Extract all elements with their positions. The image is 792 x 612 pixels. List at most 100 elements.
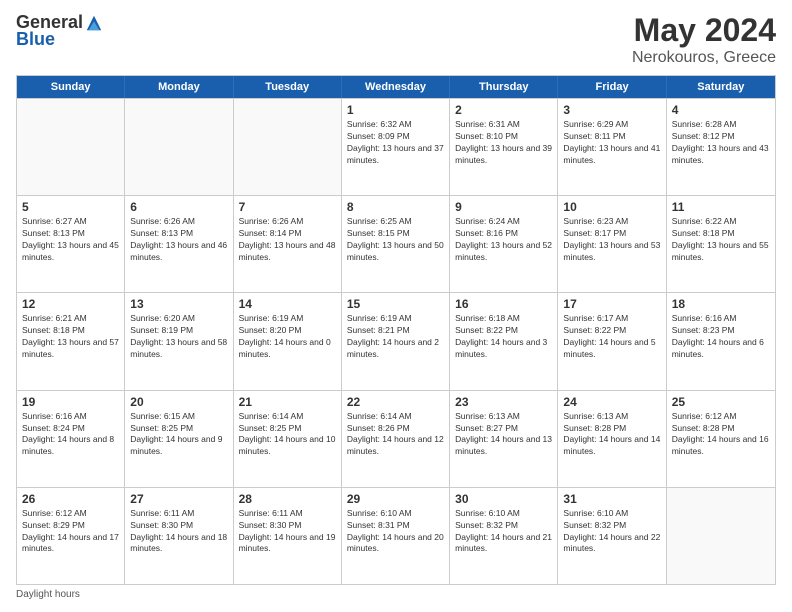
month-title: May 2024 — [632, 12, 776, 49]
day-number: 27 — [130, 492, 227, 506]
calendar-header-cell: Sunday — [17, 76, 125, 98]
day-number: 29 — [347, 492, 444, 506]
calendar-cell: 12 Sunrise: 6:21 AMSunset: 8:18 PMDayligh… — [17, 293, 125, 389]
calendar-cell: 22Sunrise: 6:14 AMSunset: 8:26 PMDayligh… — [342, 391, 450, 487]
calendar-header-cell: Monday — [125, 76, 233, 98]
calendar-cell: 29 Sunrise: 6:10 AMSunset: 8:31 PMDayligh… — [342, 488, 450, 584]
calendar-cell: 1 Sunrise: 6:32 AMSunset: 8:09 PMDaylight… — [342, 99, 450, 195]
day-info: Sunrise: 6:16 AMSunset: 8:24 PMDaylight:… — [22, 411, 119, 459]
calendar-cell: 3 Sunrise: 6:29 AMSunset: 8:11 PMDaylight… — [558, 99, 666, 195]
day-number: 22 — [347, 395, 444, 409]
calendar-cell: 16 Sunrise: 6:18 AMSunset: 8:22 PMDayligh… — [450, 293, 558, 389]
day-number: 3 — [563, 103, 660, 117]
day-number: 15 — [347, 297, 444, 311]
day-number: 30 — [455, 492, 552, 506]
day-info: Sunrise: 6:13 AMSunset: 8:28 PMDaylight:… — [563, 411, 660, 459]
calendar-cell — [667, 488, 775, 584]
day-info: Sunrise: 6:25 AMSunset: 8:15 PMDaylight:… — [347, 216, 444, 264]
day-info: Sunrise: 6:10 AMSunset: 8:31 PMDaylight:… — [347, 508, 444, 556]
day-info: Sunrise: 6:14 AMSunset: 8:25 PMDaylight:… — [239, 411, 336, 459]
day-info: Sunrise: 6:29 AMSunset: 8:11 PMDaylight:… — [563, 119, 660, 167]
day-info: Sunrise: 6:12 AMSunset: 8:29 PMDaylight:… — [22, 508, 119, 556]
calendar-cell: 2Sunrise: 6:31 AMSunset: 8:10 PMDaylight… — [450, 99, 558, 195]
day-info: Sunrise: 6:16 AMSunset: 8:23 PMDaylight:… — [672, 313, 770, 361]
calendar-cell: 4 Sunrise: 6:28 AMSunset: 8:12 PMDaylight… — [667, 99, 775, 195]
calendar-header-cell: Wednesday — [342, 76, 450, 98]
calendar-cell: 21 Sunrise: 6:14 AMSunset: 8:25 PMDayligh… — [234, 391, 342, 487]
calendar-cell: 23Sunrise: 6:13 AMSunset: 8:27 PMDayligh… — [450, 391, 558, 487]
day-info: Sunrise: 6:26 AMSunset: 8:13 PMDaylight:… — [130, 216, 227, 264]
day-number: 12 — [22, 297, 119, 311]
day-number: 24 — [563, 395, 660, 409]
day-number: 11 — [672, 200, 770, 214]
calendar-cell — [17, 99, 125, 195]
calendar-week: 26 Sunrise: 6:12 AMSunset: 8:29 PMDayligh… — [17, 487, 775, 584]
calendar-cell: 15 Sunrise: 6:19 AMSunset: 8:21 PMDayligh… — [342, 293, 450, 389]
calendar-cell: 14 Sunrise: 6:19 AMSunset: 8:20 PMDayligh… — [234, 293, 342, 389]
day-number: 21 — [239, 395, 336, 409]
calendar-cell: 20 Sunrise: 6:15 AMSunset: 8:25 PMDayligh… — [125, 391, 233, 487]
calendar-cell: 9 Sunrise: 6:24 AMSunset: 8:16 PMDaylight… — [450, 196, 558, 292]
day-number: 6 — [130, 200, 227, 214]
day-info: Sunrise: 6:26 AMSunset: 8:14 PMDaylight:… — [239, 216, 336, 264]
day-info: Sunrise: 6:20 AMSunset: 8:19 PMDaylight:… — [130, 313, 227, 361]
calendar-body: 1 Sunrise: 6:32 AMSunset: 8:09 PMDaylight… — [17, 98, 775, 584]
location-title: Nerokouros, Greece — [632, 49, 776, 67]
day-number: 25 — [672, 395, 770, 409]
calendar-cell: 8 Sunrise: 6:25 AMSunset: 8:15 PMDaylight… — [342, 196, 450, 292]
calendar-cell: 25 Sunrise: 6:12 AMSunset: 8:28 PMDayligh… — [667, 391, 775, 487]
calendar-cell: 30 Sunrise: 6:10 AMSunset: 8:32 PMDayligh… — [450, 488, 558, 584]
day-info: Sunrise: 6:10 AMSunset: 8:32 PMDaylight:… — [563, 508, 660, 556]
calendar-cell: 19Sunrise: 6:16 AMSunset: 8:24 PMDayligh… — [17, 391, 125, 487]
calendar-cell: 10 Sunrise: 6:23 AMSunset: 8:17 PMDayligh… — [558, 196, 666, 292]
day-number: 14 — [239, 297, 336, 311]
calendar-week: 19Sunrise: 6:16 AMSunset: 8:24 PMDayligh… — [17, 390, 775, 487]
day-info: Sunrise: 6:17 AMSunset: 8:22 PMDaylight:… — [563, 313, 660, 361]
footer-note: Daylight hours — [16, 589, 776, 600]
day-info: Sunrise: 6:18 AMSunset: 8:22 PMDaylight:… — [455, 313, 552, 361]
logo: General Blue — [16, 12, 103, 50]
day-info: Sunrise: 6:24 AMSunset: 8:16 PMDaylight:… — [455, 216, 552, 264]
day-info: Sunrise: 6:19 AMSunset: 8:21 PMDaylight:… — [347, 313, 444, 361]
day-info: Sunrise: 6:12 AMSunset: 8:28 PMDaylight:… — [672, 411, 770, 459]
day-number: 4 — [672, 103, 770, 117]
calendar-cell: 28Sunrise: 6:11 AMSunset: 8:30 PMDayligh… — [234, 488, 342, 584]
day-number: 17 — [563, 297, 660, 311]
calendar-cell: 13 Sunrise: 6:20 AMSunset: 8:19 PMDayligh… — [125, 293, 233, 389]
day-number: 8 — [347, 200, 444, 214]
day-info: Sunrise: 6:10 AMSunset: 8:32 PMDaylight:… — [455, 508, 552, 556]
calendar-cell: 5Sunrise: 6:27 AMSunset: 8:13 PMDaylight… — [17, 196, 125, 292]
day-info: Sunrise: 6:22 AMSunset: 8:18 PMDaylight:… — [672, 216, 770, 264]
day-number: 13 — [130, 297, 227, 311]
title-block: May 2024 Nerokouros, Greece — [632, 12, 776, 67]
calendar-cell: 24 Sunrise: 6:13 AMSunset: 8:28 PMDayligh… — [558, 391, 666, 487]
calendar-cell: 31Sunrise: 6:10 AMSunset: 8:32 PMDayligh… — [558, 488, 666, 584]
header: General Blue May 2024 Nerokouros, Greece — [16, 12, 776, 67]
logo-icon — [85, 14, 103, 32]
day-info: Sunrise: 6:23 AMSunset: 8:17 PMDaylight:… — [563, 216, 660, 264]
calendar-cell: 27Sunrise: 6:11 AMSunset: 8:30 PMDayligh… — [125, 488, 233, 584]
day-number: 9 — [455, 200, 552, 214]
calendar-header-cell: Friday — [558, 76, 666, 98]
calendar-header-cell: Tuesday — [234, 76, 342, 98]
calendar-header-cell: Saturday — [667, 76, 775, 98]
calendar: SundayMondayTuesdayWednesdayThursdayFrid… — [16, 75, 776, 585]
day-info: Sunrise: 6:32 AMSunset: 8:09 PMDaylight:… — [347, 119, 444, 167]
day-info: Sunrise: 6:19 AMSunset: 8:20 PMDaylight:… — [239, 313, 336, 361]
calendar-cell: 26 Sunrise: 6:12 AMSunset: 8:29 PMDayligh… — [17, 488, 125, 584]
calendar-cell — [125, 99, 233, 195]
day-info: Sunrise: 6:21 AMSunset: 8:18 PMDaylight:… — [22, 313, 119, 361]
calendar-header-cell: Thursday — [450, 76, 558, 98]
day-number: 26 — [22, 492, 119, 506]
calendar-week: 5Sunrise: 6:27 AMSunset: 8:13 PMDaylight… — [17, 195, 775, 292]
day-number: 1 — [347, 103, 444, 117]
calendar-header-row: SundayMondayTuesdayWednesdayThursdayFrid… — [17, 76, 775, 98]
day-number: 20 — [130, 395, 227, 409]
calendar-cell: 11 Sunrise: 6:22 AMSunset: 8:18 PMDayligh… — [667, 196, 775, 292]
day-number: 16 — [455, 297, 552, 311]
day-number: 10 — [563, 200, 660, 214]
calendar-cell: 17 Sunrise: 6:17 AMSunset: 8:22 PMDayligh… — [558, 293, 666, 389]
day-info: Sunrise: 6:28 AMSunset: 8:12 PMDaylight:… — [672, 119, 770, 167]
day-info: Sunrise: 6:15 AMSunset: 8:25 PMDaylight:… — [130, 411, 227, 459]
day-number: 23 — [455, 395, 552, 409]
